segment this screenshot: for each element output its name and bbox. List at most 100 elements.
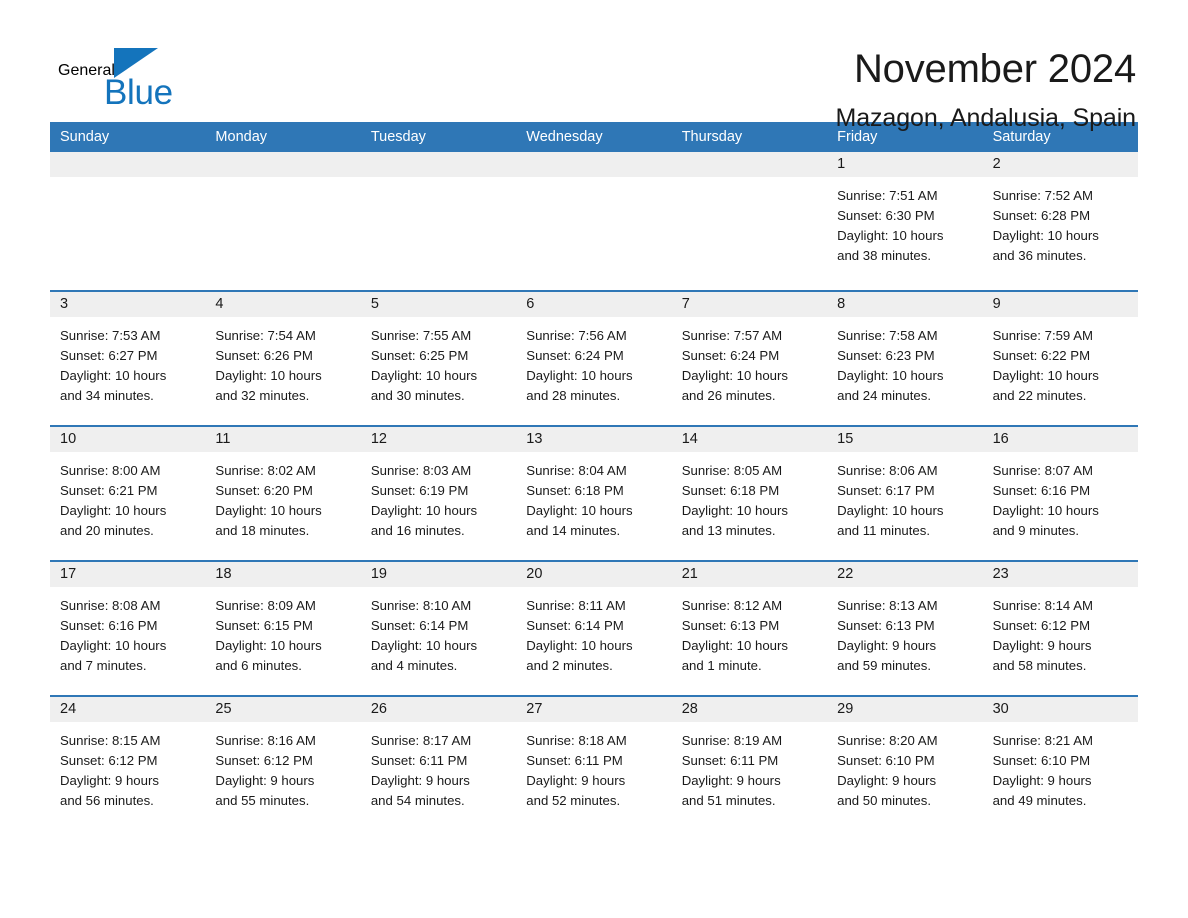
- day-detail-line: Sunrise: 7:54 AM: [215, 328, 316, 343]
- day-cell[interactable]: 9 Sunrise: 7:59 AM Sunset: 6:22 PM Daylight…: [982, 292, 1138, 425]
- day-cell[interactable]: 8 Sunrise: 7:58 AM Sunset: 6:23 PM Daylight…: [827, 292, 983, 425]
- day-detail-line: and 30 minutes.: [370, 388, 465, 403]
- day-detail-line: and 51 minutes.: [681, 793, 776, 808]
- day-cell[interactable]: 27 Sunrise: 8:18 AM Sunset: 6:11 PM Dayligh…: [516, 697, 672, 830]
- day-details: Sunrise: 7:57 AM Sunset: 6:24 PM Daylight:…: [672, 317, 827, 406]
- day-detail-line: Sunset: 6:12 PM: [60, 753, 158, 768]
- day-details: Sunrise: 8:06 AM Sunset: 6:17 PM Daylight:…: [827, 452, 982, 541]
- day-details: Sunrise: 8:08 AM Sunset: 6:16 PM Daylight:…: [50, 587, 205, 676]
- brand-logo[interactable]: General Blue: [58, 44, 258, 122]
- day-cell[interactable]: 16 Sunrise: 8:07 AM Sunset: 6:16 PM Dayligh…: [982, 427, 1138, 560]
- day-details: Sunrise: 8:11 AM Sunset: 6:14 PM Daylight:…: [516, 587, 671, 676]
- day-details: Sunrise: 8:03 AM Sunset: 6:19 PM Daylight:…: [361, 452, 516, 541]
- calendar-page: General Blue November 2024 Mazagon, Anda…: [0, 0, 1188, 918]
- day-cell[interactable]: 7 Sunrise: 7:57 AM Sunset: 6:24 PM Daylight…: [671, 292, 828, 425]
- day-detail-line: Daylight: 10 hours: [370, 368, 478, 383]
- day-cell[interactable]: 23 Sunrise: 8:14 AM Sunset: 6:12 PM Dayligh…: [982, 562, 1138, 695]
- weekday-header-sunday: Sunday: [60, 129, 110, 145]
- day-number: 28: [671, 697, 828, 722]
- day-number: 15: [827, 427, 983, 452]
- day-detail-line: and 2 minutes.: [526, 658, 613, 673]
- day-details: Sunrise: 7:51 AM Sunset: 6:30 PM Daylight:…: [827, 177, 982, 266]
- day-number: [205, 152, 361, 177]
- day-cell[interactable]: 15 Sunrise: 8:06 AM Sunset: 6:17 PM Dayligh…: [827, 427, 983, 560]
- day-detail-line: Daylight: 10 hours: [992, 503, 1099, 518]
- day-cell[interactable]: 30 Sunrise: 8:21 AM Sunset: 6:10 PM Dayligh…: [982, 697, 1138, 830]
- week-row: 24 Sunrise: 8:15 AM Sunset: 6:12 PM Dayligh…: [50, 695, 1138, 830]
- day-detail-line: Sunrise: 8:10 AM: [370, 598, 472, 613]
- day-details: Sunrise: 8:19 AM Sunset: 6:11 PM Daylight:…: [672, 722, 827, 811]
- day-cell[interactable]: 20 Sunrise: 8:11 AM Sunset: 6:14 PM Dayligh…: [516, 562, 672, 695]
- day-detail-line: Daylight: 9 hours: [837, 773, 937, 788]
- day-detail-line: and 36 minutes.: [992, 248, 1087, 263]
- day-cell[interactable]: 11 Sunrise: 8:02 AM Sunset: 6:20 PM Dayligh…: [205, 427, 361, 560]
- day-cell[interactable]: 29 Sunrise: 8:20 AM Sunset: 6:10 PM Dayligh…: [827, 697, 983, 830]
- day-detail-line: Sunset: 6:30 PM: [837, 208, 935, 223]
- day-number: 16: [982, 427, 1138, 452]
- day-detail-line: Daylight: 10 hours: [837, 503, 944, 518]
- day-number: 23: [982, 562, 1138, 587]
- weekday-header-monday: Monday: [215, 129, 268, 145]
- day-detail-line: and 50 minutes.: [837, 793, 931, 808]
- day-cell[interactable]: 4 Sunrise: 7:54 AM Sunset: 6:26 PM Daylight…: [205, 292, 361, 425]
- day-number: [671, 152, 828, 177]
- day-detail-line: and 22 minutes.: [992, 388, 1087, 403]
- day-detail-line: Sunset: 6:11 PM: [526, 753, 623, 768]
- day-cell[interactable]: 26 Sunrise: 8:17 AM Sunset: 6:11 PM Dayligh…: [360, 697, 517, 830]
- day-number: [50, 152, 206, 177]
- day-details: Sunrise: 8:18 AM Sunset: 6:11 PM Daylight:…: [516, 722, 671, 811]
- day-detail-line: Sunrise: 8:08 AM: [60, 598, 161, 613]
- day-cell[interactable]: 1 Sunrise: 7:51 AM Sunset: 6:30 PM Daylight…: [827, 152, 983, 290]
- day-detail-line: Daylight: 10 hours: [370, 503, 478, 518]
- day-detail-line: and 20 minutes.: [60, 523, 154, 538]
- day-cell[interactable]: 10 Sunrise: 8:00 AM Sunset: 6:21 PM Dayligh…: [50, 427, 206, 560]
- day-detail-line: Sunset: 6:19 PM: [370, 483, 469, 498]
- week-row: 3 Sunrise: 7:53 AM Sunset: 6:27 PM Daylight…: [50, 290, 1138, 425]
- day-detail-line: Sunrise: 8:21 AM: [992, 733, 1093, 748]
- day-detail-line: Daylight: 10 hours: [215, 368, 322, 383]
- weekday-header-friday: Friday: [837, 129, 878, 145]
- day-detail-line: and 7 minutes.: [60, 658, 147, 673]
- weekday-header-wednesday: Wednesday: [526, 129, 603, 145]
- day-cell[interactable]: 3 Sunrise: 7:53 AM Sunset: 6:27 PM Daylight…: [50, 292, 206, 425]
- day-cell[interactable]: 12 Sunrise: 8:03 AM Sunset: 6:19 PM Dayligh…: [360, 427, 517, 560]
- week-row: 17 Sunrise: 8:08 AM Sunset: 6:16 PM Dayligh…: [50, 560, 1138, 695]
- day-cell[interactable]: 21 Sunrise: 8:12 AM Sunset: 6:13 PM Dayligh…: [671, 562, 828, 695]
- day-detail-line: Sunrise: 7:57 AM: [681, 328, 783, 343]
- day-detail-line: Sunset: 6:11 PM: [681, 753, 779, 768]
- day-cell[interactable]: 13 Sunrise: 8:04 AM Sunset: 6:18 PM Dayligh…: [516, 427, 672, 560]
- day-detail-line: Sunrise: 8:06 AM: [837, 463, 938, 478]
- week-row: 1 Sunrise: 7:51 AM Sunset: 6:30 PM Daylight…: [50, 152, 1138, 290]
- day-detail-line: and 34 minutes.: [60, 388, 154, 403]
- day-cell[interactable]: 14 Sunrise: 8:05 AM Sunset: 6:18 PM Dayligh…: [671, 427, 828, 560]
- day-cell[interactable]: 19 Sunrise: 8:10 AM Sunset: 6:14 PM Dayligh…: [360, 562, 517, 695]
- day-detail-line: Sunrise: 7:58 AM: [837, 328, 938, 343]
- day-number: [360, 152, 517, 177]
- day-number: 2: [982, 152, 1138, 177]
- day-number: 12: [360, 427, 517, 452]
- day-detail-line: and 59 minutes.: [837, 658, 931, 673]
- day-number: 18: [205, 562, 361, 587]
- day-detail-line: Sunset: 6:14 PM: [526, 618, 624, 633]
- day-cell[interactable]: 25 Sunrise: 8:16 AM Sunset: 6:12 PM Dayligh…: [205, 697, 361, 830]
- day-cell[interactable]: 28 Sunrise: 8:19 AM Sunset: 6:11 PM Dayligh…: [671, 697, 828, 830]
- day-cell[interactable]: 17 Sunrise: 8:08 AM Sunset: 6:16 PM Dayligh…: [50, 562, 206, 695]
- day-details: [361, 177, 516, 186]
- day-number: 9: [982, 292, 1138, 317]
- day-cell[interactable]: 6 Sunrise: 7:56 AM Sunset: 6:24 PM Daylight…: [516, 292, 672, 425]
- day-detail-line: and 54 minutes.: [370, 793, 465, 808]
- day-detail-line: Daylight: 10 hours: [60, 638, 167, 653]
- day-detail-line: Daylight: 9 hours: [992, 773, 1092, 788]
- day-cell[interactable]: 5 Sunrise: 7:55 AM Sunset: 6:25 PM Daylight…: [360, 292, 517, 425]
- day-detail-line: and 16 minutes.: [370, 523, 465, 538]
- day-cell[interactable]: 22 Sunrise: 8:13 AM Sunset: 6:13 PM Dayligh…: [827, 562, 983, 695]
- day-cell[interactable]: 2 Sunrise: 7:52 AM Sunset: 6:28 PM Daylight…: [982, 152, 1138, 290]
- day-number: 14: [671, 427, 828, 452]
- day-detail-line: Sunrise: 8:17 AM: [370, 733, 472, 748]
- day-number: 27: [516, 697, 672, 722]
- day-number: 20: [516, 562, 672, 587]
- day-number: 7: [671, 292, 828, 317]
- day-number: 30: [982, 697, 1138, 722]
- day-cell[interactable]: 24 Sunrise: 8:15 AM Sunset: 6:12 PM Dayligh…: [50, 697, 206, 830]
- day-cell[interactable]: 18 Sunrise: 8:09 AM Sunset: 6:15 PM Dayligh…: [205, 562, 361, 695]
